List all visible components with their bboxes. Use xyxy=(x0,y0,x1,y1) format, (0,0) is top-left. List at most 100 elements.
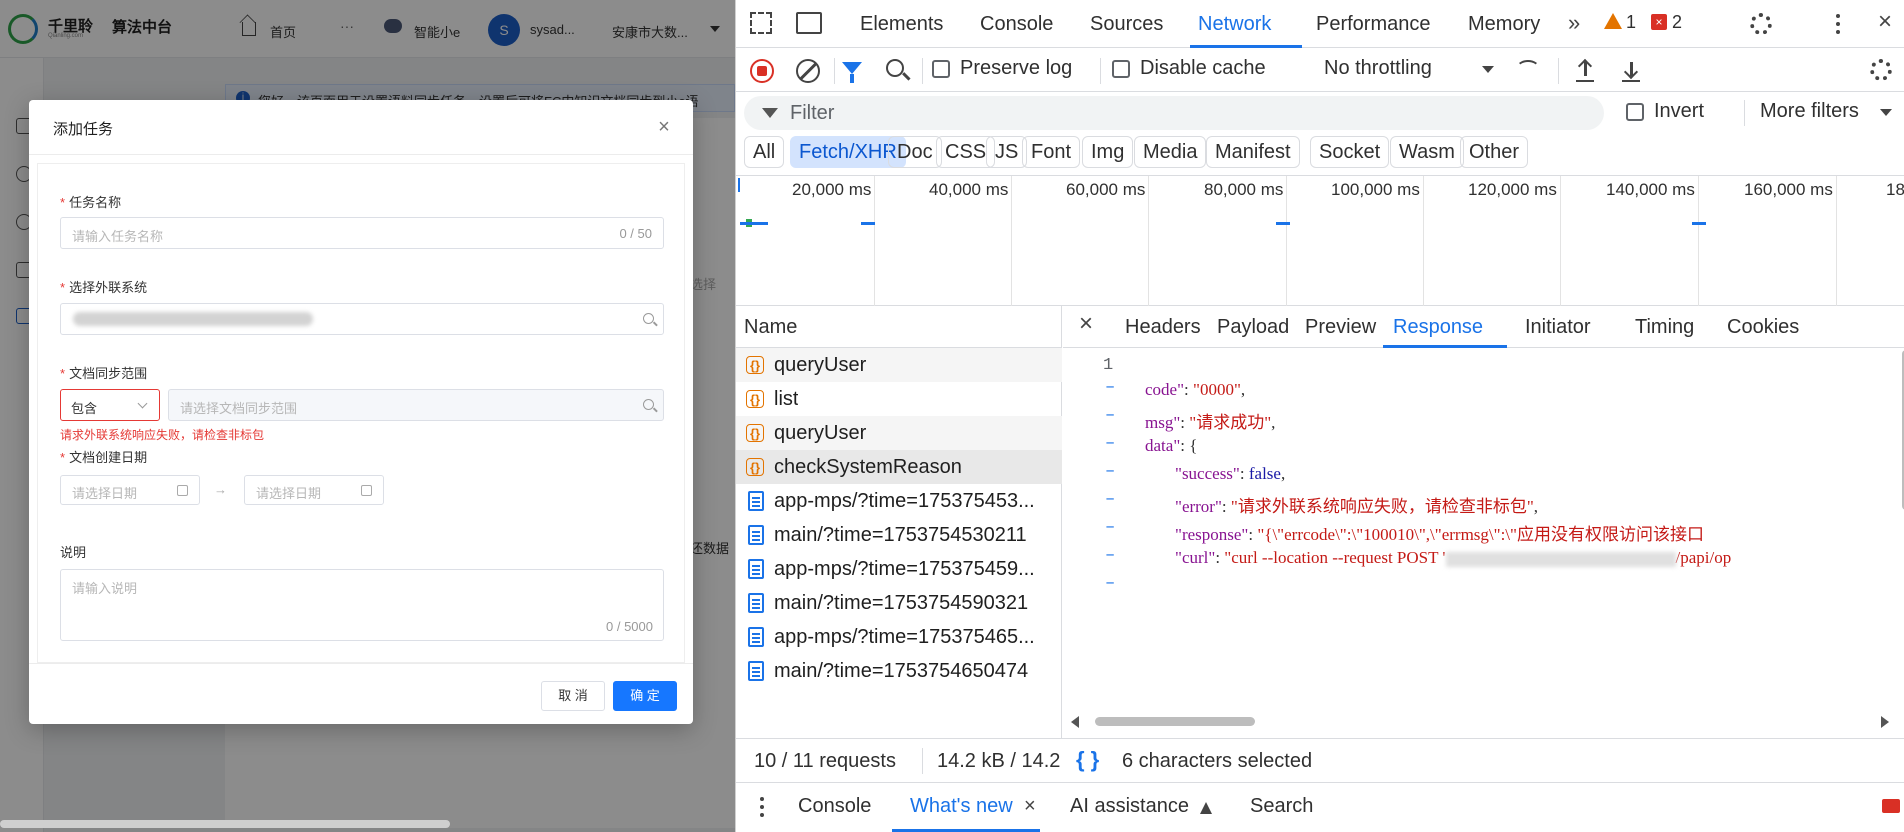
tab-headers[interactable]: Headers xyxy=(1125,316,1201,339)
filter-placeholder: Filter xyxy=(790,102,835,124)
date-start-input[interactable]: 请选择日期 xyxy=(60,475,200,505)
scope-type-select[interactable]: 包含 xyxy=(60,389,160,421)
search-icon[interactable] xyxy=(886,59,904,77)
request-row[interactable]: {} queryUser xyxy=(736,416,1062,450)
scroll-left-icon[interactable] xyxy=(1071,716,1079,728)
pretty-print-icon[interactable]: { } xyxy=(1076,747,1099,773)
type-wasm[interactable]: Wasm xyxy=(1390,136,1464,168)
request-name: queryUser xyxy=(774,422,867,444)
cancel-button[interactable]: 取 消 xyxy=(541,681,605,711)
blurred-url xyxy=(1445,551,1676,567)
drawer-tab-search[interactable]: Search xyxy=(1250,795,1313,818)
response-body[interactable]: 1 – – – – – – – – code": "0000", msg": "… xyxy=(1063,348,1904,710)
request-row[interactable]: app-mps/?time=175375459... xyxy=(736,552,1062,586)
close-detail-icon[interactable]: × xyxy=(1079,310,1093,338)
tab-timing[interactable]: Timing xyxy=(1635,316,1694,339)
desc-textarea[interactable]: 请输入说明 0 / 5000 xyxy=(60,569,664,641)
export-har-icon[interactable] xyxy=(1622,60,1640,82)
horizontal-scrollbar[interactable] xyxy=(0,820,450,828)
tab-network[interactable]: Network xyxy=(1198,13,1271,36)
more-filters-caret-icon[interactable] xyxy=(1880,109,1892,116)
settings-gear-icon[interactable] xyxy=(1750,13,1772,35)
tab-initiator[interactable]: Initiator xyxy=(1525,316,1591,339)
close-icon[interactable]: × xyxy=(651,114,677,140)
request-row[interactable]: app-mps/?time=175375453... xyxy=(736,484,1062,518)
type-socket[interactable]: Socket xyxy=(1310,136,1390,168)
horizontal-scrollbar[interactable] xyxy=(1063,710,1904,730)
name-column-header[interactable]: Name xyxy=(744,316,797,339)
list-header[interactable]: Name xyxy=(736,306,1062,348)
request-row[interactable]: main/?time=1753754590321 xyxy=(736,586,1062,620)
fold-marker: – xyxy=(1105,462,1116,481)
error-count[interactable]: 2 xyxy=(1672,12,1682,33)
warning-icon[interactable] xyxy=(1604,13,1622,29)
confirm-button[interactable]: 确 定 xyxy=(613,681,677,711)
error-icon[interactable]: × xyxy=(1651,14,1667,30)
tab-preview[interactable]: Preview xyxy=(1305,316,1376,339)
request-row[interactable]: {} list xyxy=(736,382,1062,416)
scroll-thumb[interactable] xyxy=(1095,717,1255,726)
type-media[interactable]: Media xyxy=(1134,136,1207,168)
request-row-selected[interactable]: {} checkSystemReason xyxy=(736,450,1062,484)
network-timeline[interactable]: 20,000 ms 40,000 ms 60,000 ms 80,000 ms … xyxy=(736,176,1904,306)
network-conditions-icon[interactable] xyxy=(1516,60,1540,78)
record-icon[interactable] xyxy=(750,59,774,83)
request-name: app-mps/?time=175375465... xyxy=(774,626,1035,648)
throttling-select[interactable]: No throttling xyxy=(1324,57,1432,80)
tab-console[interactable]: Console xyxy=(980,13,1053,36)
clear-icon[interactable] xyxy=(796,59,820,83)
close-tab-icon[interactable]: × xyxy=(1024,795,1036,818)
scroll-right-icon[interactable] xyxy=(1881,716,1889,728)
preserve-log-label[interactable]: Preserve log xyxy=(960,57,1072,80)
invert-label[interactable]: Invert xyxy=(1654,100,1704,123)
warning-count[interactable]: 1 xyxy=(1626,12,1636,33)
type-doc[interactable]: Doc xyxy=(888,136,942,168)
tab-performance[interactable]: Performance xyxy=(1316,13,1431,36)
device-toolbar-icon[interactable] xyxy=(796,12,822,34)
type-font[interactable]: Font xyxy=(1022,136,1081,168)
line-number: 1 xyxy=(1103,356,1114,375)
tab-memory[interactable]: Memory xyxy=(1468,13,1540,36)
filter-input[interactable]: Filter xyxy=(744,96,1604,130)
preserve-log-checkbox[interactable] xyxy=(932,60,950,78)
system-select[interactable] xyxy=(60,303,664,335)
network-settings-icon[interactable] xyxy=(1870,59,1892,81)
date-end-input[interactable]: 请选择日期 xyxy=(244,475,384,505)
request-row[interactable]: main/?time=1753754650474 xyxy=(736,654,1062,688)
tab-sources[interactable]: Sources xyxy=(1090,13,1163,36)
import-har-icon[interactable] xyxy=(1576,60,1594,82)
throttling-caret-icon[interactable] xyxy=(1482,66,1494,73)
invert-checkbox[interactable] xyxy=(1626,103,1644,121)
dialog-title: 添加任务 xyxy=(53,121,114,138)
drawer-tab-whats-new[interactable]: What's new xyxy=(910,795,1013,818)
blurred-system-value xyxy=(73,312,313,326)
system-label: * 选择外联系统 xyxy=(60,280,148,295)
type-manifest[interactable]: Manifest xyxy=(1206,136,1300,168)
feedback-icon[interactable] xyxy=(1882,799,1900,813)
more-tabs-icon[interactable]: » xyxy=(1568,10,1580,36)
request-row[interactable]: app-mps/?time=175375465... xyxy=(736,620,1062,654)
tab-payload[interactable]: Payload xyxy=(1217,316,1289,339)
timeline-bar xyxy=(740,222,768,225)
request-row[interactable]: main/?time=1753754530211 xyxy=(736,518,1062,552)
task-name-input[interactable]: 请输入任务名称 0 / 50 xyxy=(60,217,664,249)
type-other[interactable]: Other xyxy=(1460,136,1529,168)
type-all[interactable]: All xyxy=(744,136,785,168)
scope-select[interactable]: 请选择文档同步范围 xyxy=(168,389,664,421)
tab-cookies[interactable]: Cookies xyxy=(1727,316,1799,339)
inspect-element-icon[interactable] xyxy=(750,12,772,34)
filter-funnel-icon[interactable] xyxy=(842,62,862,83)
request-row[interactable]: {} queryUser xyxy=(736,348,1062,382)
disable-cache-label[interactable]: Disable cache xyxy=(1140,57,1266,80)
tab-elements[interactable]: Elements xyxy=(860,13,943,36)
fold-marker: – xyxy=(1105,378,1116,397)
more-options-icon[interactable] xyxy=(1836,22,1840,26)
type-img[interactable]: Img xyxy=(1082,136,1134,168)
more-filters-button[interactable]: More filters xyxy=(1760,100,1859,123)
drawer-menu-icon[interactable] xyxy=(760,805,764,809)
drawer-tab-console[interactable]: Console xyxy=(798,795,871,818)
disable-cache-checkbox[interactable] xyxy=(1112,60,1130,78)
tab-response[interactable]: Response xyxy=(1393,316,1483,339)
drawer-tab-ai-assistance[interactable]: AI assistance xyxy=(1070,795,1189,818)
close-devtools-icon[interactable]: × xyxy=(1878,8,1892,36)
